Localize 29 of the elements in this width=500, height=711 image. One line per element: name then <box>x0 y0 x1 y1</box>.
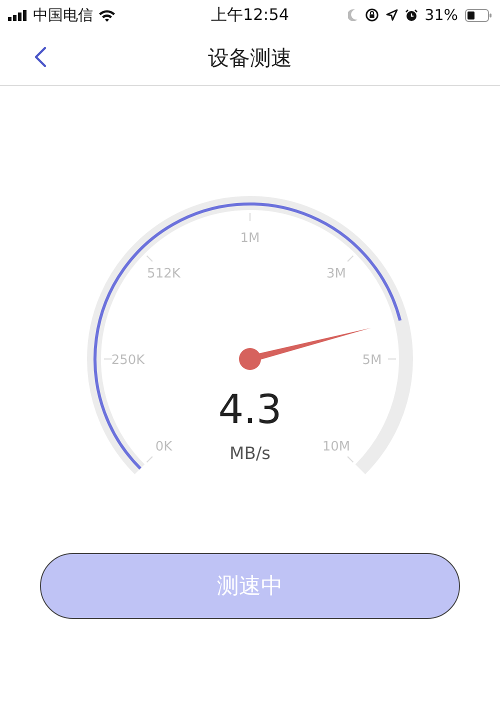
tick-mark <box>388 358 396 360</box>
back-button[interactable] <box>34 46 47 68</box>
status-time: 上午12:54 <box>210 4 290 26</box>
page-title: 设备测速 <box>208 44 292 72</box>
tick-label: 10M <box>322 439 350 454</box>
tick-mark <box>249 213 251 221</box>
speed-value: 4.3 <box>218 387 282 433</box>
speed-unit: MB/s <box>230 444 270 464</box>
tick-mark <box>347 456 354 463</box>
tick-mark <box>104 358 112 360</box>
tick-label: 0K <box>155 439 172 454</box>
tick-label: 250K <box>111 353 145 368</box>
location-icon <box>386 9 398 21</box>
tick-label: 5M <box>362 353 382 368</box>
battery-icon <box>465 8 492 22</box>
wifi-icon <box>98 8 116 22</box>
battery-percent: 31% <box>424 6 458 24</box>
moon-icon <box>348 9 358 21</box>
tick-mark <box>146 456 153 463</box>
carrier-name: 中国电信 <box>33 6 93 24</box>
tick-label: 512K <box>147 266 180 282</box>
signal-icon <box>8 10 28 20</box>
tick-label: 1M <box>240 231 260 246</box>
tick-label: 3M <box>326 266 346 282</box>
speed-test-button[interactable]: 测速中 <box>40 553 460 619</box>
tick-mark <box>347 255 354 262</box>
rotation-lock-icon <box>364 8 379 22</box>
alarm-icon <box>404 8 418 22</box>
tick-mark <box>146 255 153 262</box>
